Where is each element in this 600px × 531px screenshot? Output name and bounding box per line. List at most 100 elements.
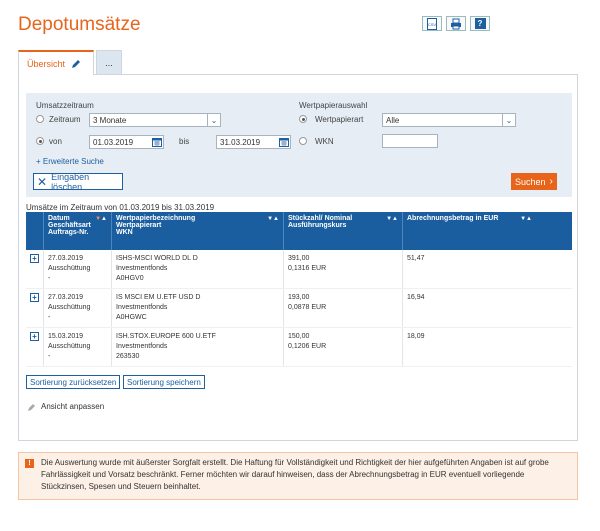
sort-icon[interactable]: ▼▲	[520, 216, 532, 222]
name: IS MSCI EM U.ETF USD D	[116, 294, 201, 301]
bis-label: bis	[179, 137, 190, 146]
order: -	[48, 314, 51, 321]
table-header-row: Datum Geschäftsart Auftrags-Nr. ▼▲ Wertp…	[26, 212, 572, 250]
chevron-right-icon: ›	[549, 176, 553, 187]
customize-label: Ansicht anpassen	[41, 402, 105, 411]
header-line: Ausführungskurs	[288, 222, 347, 229]
search-label: Suchen	[515, 176, 546, 187]
header-line: Abrechnungsbetrag in EUR	[407, 215, 499, 222]
expand-icon[interactable]: +	[30, 254, 39, 263]
disclaimer-notice: ! Die Auswertung wurde mit äußerster Sor…	[18, 452, 578, 500]
date: 15.03.2019	[48, 333, 84, 340]
expand-icon[interactable]: +	[30, 293, 39, 302]
customize-view-link[interactable]: Ansicht anpassen	[28, 402, 104, 411]
qty: 150,00	[288, 333, 310, 340]
zeitraum-select[interactable]: 3 Monate ⌄	[89, 113, 221, 127]
order: -	[48, 275, 51, 282]
disclaimer-text: Die Auswertung wurde mit äußerster Sorgf…	[41, 458, 549, 491]
main-panel: Umsatzzeitraum Zeitraum 3 Monate ⌄ von 0…	[18, 74, 578, 441]
csv-export-button[interactable]: CSV	[422, 16, 442, 31]
wkn: 263530	[116, 353, 140, 360]
save-sort-button[interactable]: Sortierung speichern	[123, 375, 205, 389]
header-line: Wertpapierbezeichnung	[116, 215, 196, 222]
security-cell: ISHS-MSCI WORLD DL D Investmentfonds A0HGV…	[111, 250, 284, 289]
edit-icon[interactable]	[71, 59, 81, 69]
wkn: A0HGWC	[116, 314, 147, 321]
wkn-label: WKN	[315, 137, 334, 146]
search-button[interactable]: Suchen ›	[511, 173, 557, 190]
tab-bar: Übersicht ...	[18, 50, 122, 75]
quantity-cell: 391,00 0,1316 EUR	[283, 250, 403, 289]
help-button[interactable]: ?	[470, 16, 490, 31]
header-line: Geschäftsart	[48, 222, 91, 229]
extended-search-label: Erweiterte Suche	[42, 157, 104, 166]
rate: 0,1316 EUR	[288, 265, 327, 272]
sort-icon[interactable]: ▼▲	[267, 216, 279, 222]
extended-search-link[interactable]: + Erweiterte Suche	[36, 157, 104, 166]
column-header-date[interactable]: Datum Geschäftsart Auftrags-Nr. ▼▲	[43, 212, 112, 250]
qty: 193,00	[288, 294, 310, 301]
wertpapierart-select[interactable]: Alle ⌄	[382, 113, 516, 127]
calendar-icon[interactable]	[150, 136, 163, 148]
rate: 0,0878 EUR	[288, 304, 327, 311]
type: Ausschüttung	[48, 265, 91, 272]
tab-more[interactable]: ...	[96, 50, 122, 75]
wkn-input[interactable]	[382, 134, 438, 148]
date-cell: 27.03.2019 Ausschüttung -	[43, 288, 112, 328]
paper-heading: Wertpapierauswahl	[299, 101, 368, 110]
sort-icon[interactable]: ▼▲	[386, 216, 398, 222]
wertpapierart-radio[interactable]	[299, 115, 307, 123]
date-cell: 27.03.2019 Ausschüttung -	[43, 250, 112, 289]
wkn-radio[interactable]	[299, 137, 307, 145]
column-header-security[interactable]: Wertpapierbezeichnung Wertpapierart WKN …	[111, 212, 284, 250]
column-header-amount[interactable]: Abrechnungsbetrag in EUR ▼▲	[402, 212, 572, 250]
column-header-quantity[interactable]: Stückzahl/ Nominal Ausführungskurs ▼▲	[283, 212, 403, 250]
quantity-cell: 193,00 0,0878 EUR	[283, 288, 403, 328]
help-icon: ?	[474, 18, 486, 29]
sort-icon[interactable]: ▼▲	[95, 216, 107, 222]
name: ISH.STOX.EUROPE 600 U.ETF	[116, 333, 216, 340]
security-cell: ISH.STOX.EUROPE 600 U.ETF Investmentfonds…	[111, 327, 284, 367]
page-title: Depotumsätze	[18, 14, 141, 35]
toolbar: CSV ?	[422, 16, 490, 31]
table-row: + 15.03.2019 Ausschüttung - ISH.STOX.EUROP…	[26, 327, 572, 367]
table-row: + 27.03.2019 Ausschüttung - IS MSCI EM U.E…	[26, 288, 572, 328]
clear-label: Eingaben löschen	[51, 171, 90, 192]
expand-cell: +	[26, 250, 44, 289]
expand-cell: +	[26, 288, 44, 328]
table-row: + 27.03.2019 Ausschüttung - ISHS-MSCI WORL…	[26, 250, 572, 289]
csv-icon: CSV	[427, 17, 437, 30]
print-icon	[451, 18, 461, 29]
quantity-cell: 150,00 0,1206 EUR	[283, 327, 403, 367]
amount-cell: 51,47	[402, 250, 572, 289]
print-button[interactable]	[446, 16, 466, 31]
header-line: Auftrags-Nr.	[48, 229, 89, 236]
chevron-down-icon: ⌄	[502, 114, 515, 126]
zeitraum-radio[interactable]	[36, 115, 44, 123]
von-radio[interactable]	[36, 137, 44, 145]
zeitraum-label: Zeitraum	[49, 115, 81, 124]
bis-date-field[interactable]: 31.03.2019	[216, 135, 291, 149]
expand-icon[interactable]: +	[30, 332, 39, 341]
wkn: A0HGV0	[116, 275, 144, 282]
tab-uebersicht[interactable]: Übersicht	[18, 50, 94, 75]
order: -	[48, 353, 51, 360]
svg-text:CSV: CSV	[428, 22, 437, 27]
kind: Investmentfonds	[116, 343, 168, 350]
header-line: WKN	[116, 229, 133, 236]
pencil-icon	[28, 403, 35, 411]
period-summary: Umsätze im Zeitraum von 01.03.2019 bis 3…	[26, 203, 215, 212]
calendar-icon[interactable]	[277, 136, 290, 148]
von-date-field[interactable]: 01.03.2019	[89, 135, 164, 149]
kind: Investmentfonds	[116, 265, 168, 272]
von-value: 01.03.2019	[93, 138, 134, 147]
qty: 391,00	[288, 255, 310, 262]
type: Ausschüttung	[48, 304, 91, 311]
chevron-down-icon: ⌄	[207, 114, 220, 126]
amount-cell: 16,94	[402, 288, 572, 328]
date-cell: 15.03.2019 Ausschüttung -	[43, 327, 112, 367]
reset-sort-button[interactable]: Sortierung zurücksetzen	[26, 375, 121, 389]
date: 27.03.2019	[48, 294, 84, 301]
von-label: von	[49, 137, 62, 146]
clear-inputs-button[interactable]: ✕ Eingaben löschen	[33, 171, 123, 192]
